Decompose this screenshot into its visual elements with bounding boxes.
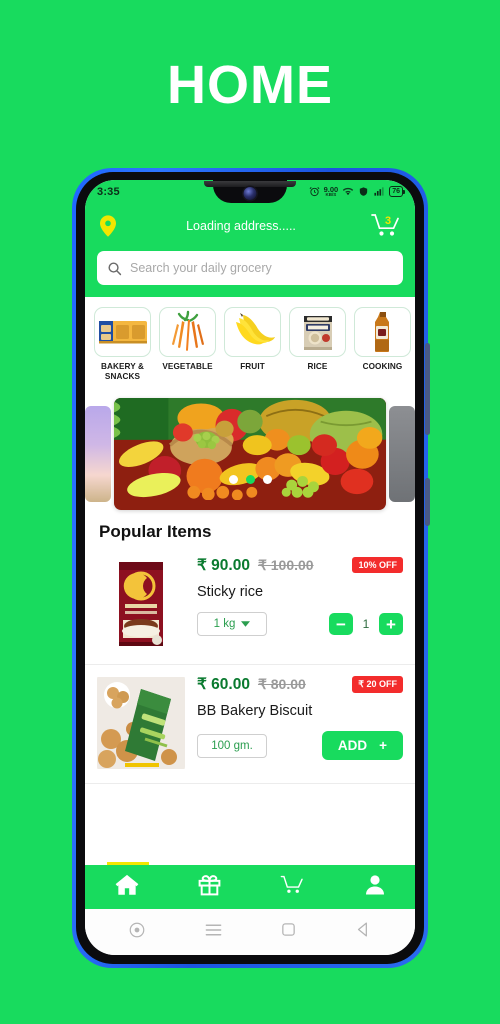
alarm-icon	[309, 187, 320, 197]
cart-icon	[280, 875, 303, 893]
system-navigation-bar[interactable]	[85, 909, 415, 955]
sysnav-home-button[interactable]	[280, 921, 297, 943]
weight-select-bb-bakery-biscuit[interactable]: 100 gm.	[197, 733, 267, 758]
active-tab-indicator	[107, 862, 149, 865]
search-bar[interactable]	[97, 251, 403, 285]
category-list[interactable]: BAKERY & SNACKS VEGETABLE FRUIT RICE COO…	[85, 297, 415, 388]
app-header: Loading address..... 3	[85, 203, 415, 297]
sysnav-recents-button[interactable]	[204, 922, 223, 943]
data-rate-unit: KB/S	[325, 192, 337, 197]
category-label: RICE	[307, 362, 328, 371]
vpn-icon	[360, 187, 368, 196]
cart-count-badge: 3	[385, 215, 392, 227]
carousel-dot-2[interactable]	[245, 475, 255, 484]
category-label: FRUIT	[240, 362, 265, 371]
quantity-stepper[interactable]: − 1 +	[329, 613, 403, 635]
battery-percent: 76	[392, 188, 400, 195]
vegetable-icon	[159, 307, 216, 357]
quantity-value: 1	[362, 617, 370, 631]
rice-icon	[289, 307, 346, 357]
category-item-fruit[interactable]: FRUIT	[224, 307, 281, 382]
carousel-prev-slide[interactable]	[85, 406, 111, 502]
search-icon	[108, 261, 122, 275]
increase-quantity-button[interactable]: +	[379, 613, 403, 635]
data-rate-icon: 9.00 KB/S	[324, 185, 339, 198]
header-cart-button[interactable]: 3	[369, 211, 403, 241]
app-content: BAKERY & SNACKS VEGETABLE FRUIT RICE COO…	[85, 297, 415, 833]
plus-icon: +	[379, 738, 387, 753]
nav-item-offers[interactable]	[197, 872, 222, 902]
product-card-sticky-rice[interactable]: ₹ 90.00 ₹ 100.00 10% OFF Sticky rice 1 k…	[85, 546, 415, 665]
product-info: ₹ 90.00 ₹ 100.00 10% OFF Sticky rice 1 k…	[185, 556, 403, 652]
signal-icon	[374, 187, 384, 196]
category-label: BAKERY & SNACKS	[100, 362, 145, 381]
category-label: VEGETABLE	[162, 362, 213, 371]
nav-item-cart[interactable]	[279, 872, 306, 902]
product-old-price: ₹ 100.00	[257, 557, 314, 573]
sysnav-assistant-button[interactable]	[128, 921, 146, 944]
status-icons: 9.00 KB/S 76	[309, 185, 405, 198]
power-button[interactable]	[425, 478, 430, 526]
volume-button[interactable]	[425, 343, 430, 435]
nav-item-home[interactable]	[114, 872, 140, 903]
product-price: ₹ 60.00	[197, 676, 250, 693]
banner-carousel[interactable]	[85, 394, 415, 514]
gift-icon	[198, 875, 220, 896]
product-controls: 1 kg − 1 +	[197, 612, 403, 636]
product-image-sticky-rice	[97, 556, 185, 652]
product-name: Sticky rice	[197, 584, 264, 600]
nav-item-account[interactable]	[363, 872, 387, 902]
category-item-cooking[interactable]: COOKING	[354, 307, 411, 382]
weight-value: 100 gm.	[211, 739, 253, 752]
discount-badge: 10% OFF	[352, 557, 403, 573]
product-controls: 100 gm. ADD +	[197, 731, 403, 760]
menu-lines-icon	[205, 924, 221, 935]
chevron-down-icon	[241, 621, 251, 627]
assistant-circle-icon	[129, 922, 145, 937]
discount-badge: ₹ 20 OFF	[352, 676, 403, 693]
product-card-bb-bakery-biscuit[interactable]: ₹ 60.00 ₹ 80.00 ₹ 20 OFF BB Bakery Biscu…	[85, 665, 415, 784]
wifi-icon	[343, 187, 354, 196]
location-pin-icon[interactable]	[97, 215, 119, 237]
category-label: COOKING	[362, 362, 403, 371]
search-input[interactable]	[130, 261, 393, 275]
add-button-label: ADD	[337, 738, 368, 753]
phone-device-frame: 3:35 9.00 KB/S 76 Loading address..... 3…	[72, 168, 430, 968]
category-item-bakery-snacks[interactable]: BAKERY & SNACKS	[94, 307, 151, 382]
add-to-cart-button[interactable]: ADD +	[321, 731, 403, 760]
bakery-snacks-icon	[94, 307, 151, 357]
product-name: BB Bakery Biscuit	[197, 703, 313, 719]
category-item-vegetable[interactable]: VEGETABLE	[159, 307, 216, 382]
popular-items-title: Popular Items	[99, 522, 212, 541]
address-label: Loading address.....	[186, 219, 296, 233]
square-icon	[282, 923, 296, 936]
product-old-price: ₹ 80.00	[257, 676, 306, 692]
category-item-rice[interactable]: RICE	[289, 307, 346, 382]
phone-bezel: 3:35 9.00 KB/S 76 Loading address..... 3…	[76, 172, 424, 964]
front-camera-icon	[243, 187, 257, 200]
product-info: ₹ 60.00 ₹ 80.00 ₹ 20 OFF BB Bakery Biscu…	[185, 675, 403, 771]
product-price: ₹ 90.00	[197, 557, 250, 574]
weight-value: 1 kg	[213, 618, 236, 630]
person-icon	[365, 875, 384, 895]
carousel-dots[interactable]	[114, 475, 386, 484]
carousel-dot-1[interactable]	[228, 475, 238, 484]
battery-icon: 76	[389, 186, 405, 197]
carousel-active-slide[interactable]	[114, 398, 386, 510]
page-title: HOME	[167, 55, 333, 115]
carousel-next-slide[interactable]	[389, 406, 415, 502]
sysnav-back-button[interactable]	[355, 921, 372, 943]
address-row[interactable]: Loading address..... 3	[97, 209, 403, 243]
phone-screen: 3:35 9.00 KB/S 76 Loading address..... 3…	[85, 180, 415, 955]
carousel-dot-3[interactable]	[262, 475, 272, 484]
status-time: 3:35	[97, 185, 120, 198]
decrease-quantity-button[interactable]: −	[329, 613, 353, 635]
bottom-navigation[interactable]	[85, 862, 415, 909]
product-image-bb-bakery-biscuit	[97, 675, 185, 771]
back-triangle-icon	[358, 922, 368, 937]
home-icon	[115, 874, 138, 895]
cooking-oil-icon	[354, 307, 411, 357]
weight-select-sticky-rice[interactable]: 1 kg	[197, 612, 267, 636]
fruit-icon	[224, 307, 281, 357]
